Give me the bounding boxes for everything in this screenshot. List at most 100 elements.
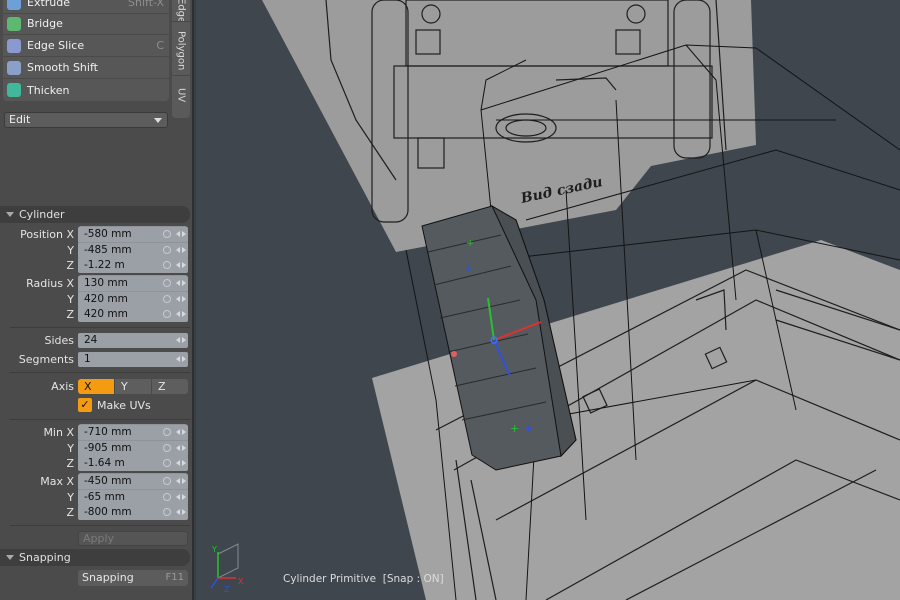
spinner-arrows-icon[interactable] [176,336,186,345]
min-x-field[interactable]: -710 mm [78,425,188,440]
svg-text:+: + [466,238,474,249]
spinner-arrows-icon[interactable] [176,477,186,486]
modeling-app: Extrude Shift-X Bridge Edge Slice C Smoo… [0,0,900,600]
max-x-field[interactable]: -450 mm [78,474,188,489]
sides-label: Sides [44,334,74,347]
spinner-arrows-icon[interactable] [176,444,186,453]
segments-field[interactable]: 1 [78,352,188,367]
apply-button[interactable]: Apply [78,531,188,546]
spinner-arrows-icon[interactable] [176,230,186,239]
max-y-row: Y -65 mm [0,490,190,505]
anim-dot-icon[interactable] [163,493,171,501]
max-y-field[interactable]: -65 mm [78,490,188,505]
edge-slice-icon [7,38,21,53]
3d-viewport[interactable]: Вид сзади + + + + Y X Z Cylinder Primiti… [196,0,900,600]
axis-y-letter: Y [211,545,217,554]
tab-edge[interactable]: Edge [172,0,190,22]
field-value: -65 mm [84,491,125,503]
position-x-label: Position X [20,228,74,241]
viewport-scene: Вид сзади + + + + Y X Z [210,0,900,600]
min-y-field[interactable]: -905 mm [78,441,188,456]
tool-smooth-shift[interactable]: Smooth Shift [3,57,169,79]
z-label: Z [66,457,74,470]
position-y-field[interactable]: -485 mm [78,243,188,258]
bridge-icon [7,16,21,31]
axis-label: Axis [51,380,74,393]
anim-dot-icon[interactable] [163,246,171,254]
anim-dot-icon[interactable] [163,444,171,452]
anim-dot-icon[interactable] [163,310,171,318]
field-value: 130 mm [84,277,128,289]
tool-edge-slice[interactable]: Edge Slice C [3,35,169,57]
radius-z-field[interactable]: 420 mm [78,307,188,322]
make-uvs-checkbox[interactable]: ✓ Make UVs [78,398,151,412]
chevron-down-icon [154,118,162,123]
segments-row: Segments 1 [0,352,190,367]
snapping-section-header[interactable]: Snapping [0,549,190,566]
snapping-button[interactable]: Snapping F11 [78,570,188,586]
svg-text:+: + [510,422,519,435]
spinner-arrows-icon[interactable] [176,493,186,502]
z-label: Z [66,308,74,321]
anim-dot-icon[interactable] [163,477,171,485]
segments-label: Segments [18,353,74,366]
blueprint-plane-back [262,0,756,252]
tool-shortcut: C [156,39,164,52]
spinner-arrows-icon[interactable] [176,261,186,270]
spinner-arrows-icon[interactable] [176,279,186,288]
axis-selector: X Y Z [78,379,188,394]
z-label: Z [66,259,74,272]
radius-y-row: Y 420 mm [0,292,190,307]
field-value: 1 [84,353,91,365]
sides-field[interactable]: 24 [78,333,188,348]
max-z-row: Z -800 mm [0,505,190,520]
field-value: -580 mm [84,228,132,240]
anim-dot-icon[interactable] [163,508,171,516]
min-z-row: Z -1.64 m [0,456,190,471]
sides-row: Sides 24 [0,333,190,348]
spinner-arrows-icon[interactable] [176,428,186,437]
radius-x-field[interactable]: 130 mm [78,276,188,291]
max-z-field[interactable]: -800 mm [78,505,188,520]
anim-dot-icon[interactable] [163,459,171,467]
section-title: Snapping [19,551,71,564]
y-label: Y [67,442,74,455]
anim-dot-icon[interactable] [163,230,171,238]
section-title: Cylinder [19,208,65,221]
edit-dropdown[interactable]: Edit [4,112,168,128]
tab-polygon[interactable]: Polygon [172,26,190,76]
checkmark-icon: ✓ [78,398,92,412]
spinner-arrows-icon[interactable] [176,508,186,517]
anim-dot-icon[interactable] [163,261,171,269]
tab-uv[interactable]: UV [172,80,190,110]
tool-label: Edge Slice [27,39,85,52]
field-value: -710 mm [84,426,132,438]
spinner-arrows-icon[interactable] [176,310,186,319]
axis-y-button[interactable]: Y [115,379,152,394]
tool-label: Smooth Shift [27,61,98,74]
axis-x-button[interactable]: X [78,379,115,394]
tool-extrude[interactable]: Extrude Shift-X [3,0,169,14]
make-uvs-label: Make UVs [97,398,151,412]
divider [10,327,190,328]
position-z-field[interactable]: -1.22 m [78,258,188,273]
tool-bridge[interactable]: Bridge [3,13,169,35]
field-value: -1.64 m [84,457,125,469]
anim-dot-icon[interactable] [163,295,171,303]
spinner-arrows-icon[interactable] [176,246,186,255]
position-x-field[interactable]: -580 mm [78,227,188,242]
min-x-row: Min X -710 mm [0,425,190,440]
axis-z-button[interactable]: Z [152,379,188,394]
cylinder-section-header[interactable]: Cylinder [0,206,190,223]
anim-dot-icon[interactable] [163,428,171,436]
anim-dot-icon[interactable] [163,279,171,287]
spinner-arrows-icon[interactable] [176,355,186,364]
min-z-field[interactable]: -1.64 m [78,456,188,471]
spinner-arrows-icon[interactable] [176,459,186,468]
spinner-arrows-icon[interactable] [176,295,186,304]
svg-text:+: + [524,422,533,435]
radius-y-field[interactable]: 420 mm [78,292,188,307]
snapping-shortcut: F11 [165,572,184,583]
max-x-label: Max X [40,475,74,488]
tool-thicken[interactable]: Thicken [3,79,169,101]
